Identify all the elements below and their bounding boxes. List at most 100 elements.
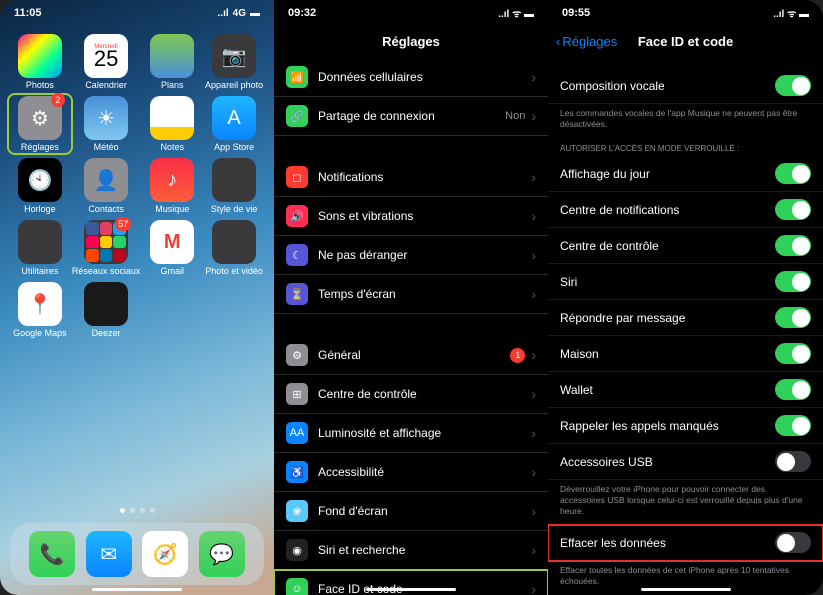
app-photovid[interactable]: Photo et vidéo [204, 220, 264, 276]
access-icon: ♿ [286, 461, 308, 483]
row-display[interactable]: AALuminosité et affichage› [274, 414, 548, 453]
toggle-usb[interactable] [775, 451, 811, 472]
row-cellular[interactable]: 📶Données cellulaires› [274, 58, 548, 97]
toggle-wallet[interactable] [775, 379, 811, 400]
dock: 📞✉🧭💬 [10, 523, 264, 585]
row-hotspot[interactable]: 🔗Partage de connexionNon› [274, 97, 548, 136]
app-label: Météo [94, 142, 119, 152]
row-cc[interactable]: ⊞Centre de contrôle› [274, 375, 548, 414]
settings-screen: 09:32 ..ıl ᯤ ▬ Réglages 📶Données cellula… [274, 0, 548, 595]
row-general[interactable]: ⚙Général1› [274, 336, 548, 375]
row-dnd[interactable]: ☾Ne pas déranger› [274, 236, 548, 275]
notif-icon: ◻ [286, 166, 308, 188]
toggle-erase[interactable] [775, 532, 811, 553]
chevron-right-icon: › [531, 581, 536, 595]
faceid-screen: 09:55 ..ıl ᯤ ▬ ‹ Réglages Face ID et cod… [548, 0, 823, 595]
chevron-right-icon: › [531, 386, 536, 402]
home-indicator[interactable] [92, 588, 182, 591]
app-calendar[interactable]: Mercredi25Calendrier [72, 34, 141, 90]
app-camera[interactable]: 📷Appareil photo [204, 34, 264, 90]
row-notifc: Centre de notifications [548, 192, 823, 228]
app-label: Réglages [21, 142, 59, 152]
row-screentime[interactable]: ⏳Temps d'écran› [274, 275, 548, 314]
row-label: Luminosité et affichage [318, 426, 531, 440]
chevron-right-icon: › [531, 247, 536, 263]
faceid-list: Composition vocaleLes commandes vocales … [548, 58, 823, 595]
app-photos[interactable]: Photos [10, 34, 70, 90]
app-gmail[interactable]: M Gmail [142, 220, 202, 276]
home-indicator[interactable] [366, 588, 456, 591]
app-deezer[interactable]: Deezer [72, 282, 141, 338]
badge: 57 [115, 217, 131, 231]
back-button[interactable]: ‹ Réglages [556, 34, 617, 49]
app-maps[interactable]: Plans [142, 34, 202, 90]
app-clock[interactable]: 🕙Horloge [10, 158, 70, 214]
row-label: Fond d'écran [318, 504, 531, 518]
row-label: Sons et vibrations [318, 209, 531, 223]
dock-app-phone[interactable]: 📞 [29, 531, 75, 577]
row-callback: Rappeler les appels manqués [548, 408, 823, 444]
maps-icon [150, 34, 194, 78]
row-wallet: Wallet [548, 372, 823, 408]
app-appstore[interactable]: AApp Store [204, 96, 264, 152]
badge: 1 [510, 348, 525, 363]
app-label: Photo et vidéo [205, 266, 263, 276]
app-weather[interactable]: ☀Météo [72, 96, 141, 152]
row-value: Non [505, 110, 525, 122]
row-label: Répondre par message [560, 311, 685, 325]
row-label: Siri et recherche [318, 543, 531, 557]
toggle-ctrlc[interactable] [775, 235, 811, 256]
row-label: Wallet [560, 383, 593, 397]
messages-icon: 💬 [199, 531, 245, 577]
row-ctrlc: Centre de contrôle [548, 228, 823, 264]
app-utils[interactable]: Utilitaires [10, 220, 70, 276]
app-label: Gmail [161, 266, 185, 276]
app-label: Notes [161, 142, 185, 152]
app-label: Calendrier [85, 80, 127, 90]
row-label: Accessibilité [318, 465, 531, 479]
status-bar: 09:55 ..ıl ᯤ ▬ [548, 0, 823, 24]
app-social[interactable]: 57Réseaux sociaux [72, 220, 141, 276]
toggle-voice[interactable] [775, 75, 811, 96]
app-gmaps[interactable]: 📍 Google Maps [10, 282, 70, 338]
toggle-callback[interactable] [775, 415, 811, 436]
chevron-right-icon: › [531, 503, 536, 519]
home-indicator[interactable] [641, 588, 731, 591]
row-wallpaper[interactable]: ❀ Fond d'écran› [274, 492, 548, 531]
app-style[interactable]: Style de vie [204, 158, 264, 214]
chevron-right-icon: › [531, 542, 536, 558]
toggle-notifc[interactable] [775, 199, 811, 220]
row-label: Rappeler les appels manqués [560, 419, 719, 433]
chevron-right-icon: › [531, 69, 536, 85]
dock-app-mail[interactable]: ✉ [86, 531, 132, 577]
toggle-reply[interactable] [775, 307, 811, 328]
app-contacts[interactable]: 👤Contacts [72, 158, 141, 214]
page-dots[interactable] [0, 508, 274, 513]
clock: 09:32 [288, 7, 316, 19]
toggle-siri[interactable] [775, 271, 811, 292]
chevron-right-icon: › [531, 347, 536, 363]
row-faceid[interactable]: ☺Face ID et code› [274, 570, 548, 595]
voice-note: Les commandes vocales de l'app Musique n… [548, 104, 823, 138]
safari-icon: 🧭 [142, 531, 188, 577]
social-icon: 57 [84, 220, 128, 264]
toggle-home[interactable] [775, 343, 811, 364]
row-sounds[interactable]: 🔊Sons et vibrations› [274, 197, 548, 236]
row-siri[interactable]: ◉Siri et recherche› [274, 531, 548, 570]
row-access[interactable]: ♿Accessibilité› [274, 453, 548, 492]
dock-app-messages[interactable]: 💬 [199, 531, 245, 577]
row-label: Centre de contrôle [560, 239, 659, 253]
row-notif[interactable]: ◻Notifications› [274, 158, 548, 197]
gmail-icon: M [150, 220, 194, 264]
toggle-today[interactable] [775, 163, 811, 184]
app-label: Horloge [24, 204, 56, 214]
app-label: App Store [214, 142, 254, 152]
wallpaper-icon: ❀ [286, 500, 308, 522]
gmaps-icon: 📍 [18, 282, 62, 326]
app-music[interactable]: ♪Musique [142, 158, 202, 214]
app-settings[interactable]: ⚙︎2 Réglages [7, 93, 73, 155]
app-label: Google Maps [13, 328, 67, 338]
app-notes[interactable]: Notes [142, 96, 202, 152]
dock-app-safari[interactable]: 🧭 [142, 531, 188, 577]
settings-icon: ⚙︎2 [18, 96, 62, 140]
